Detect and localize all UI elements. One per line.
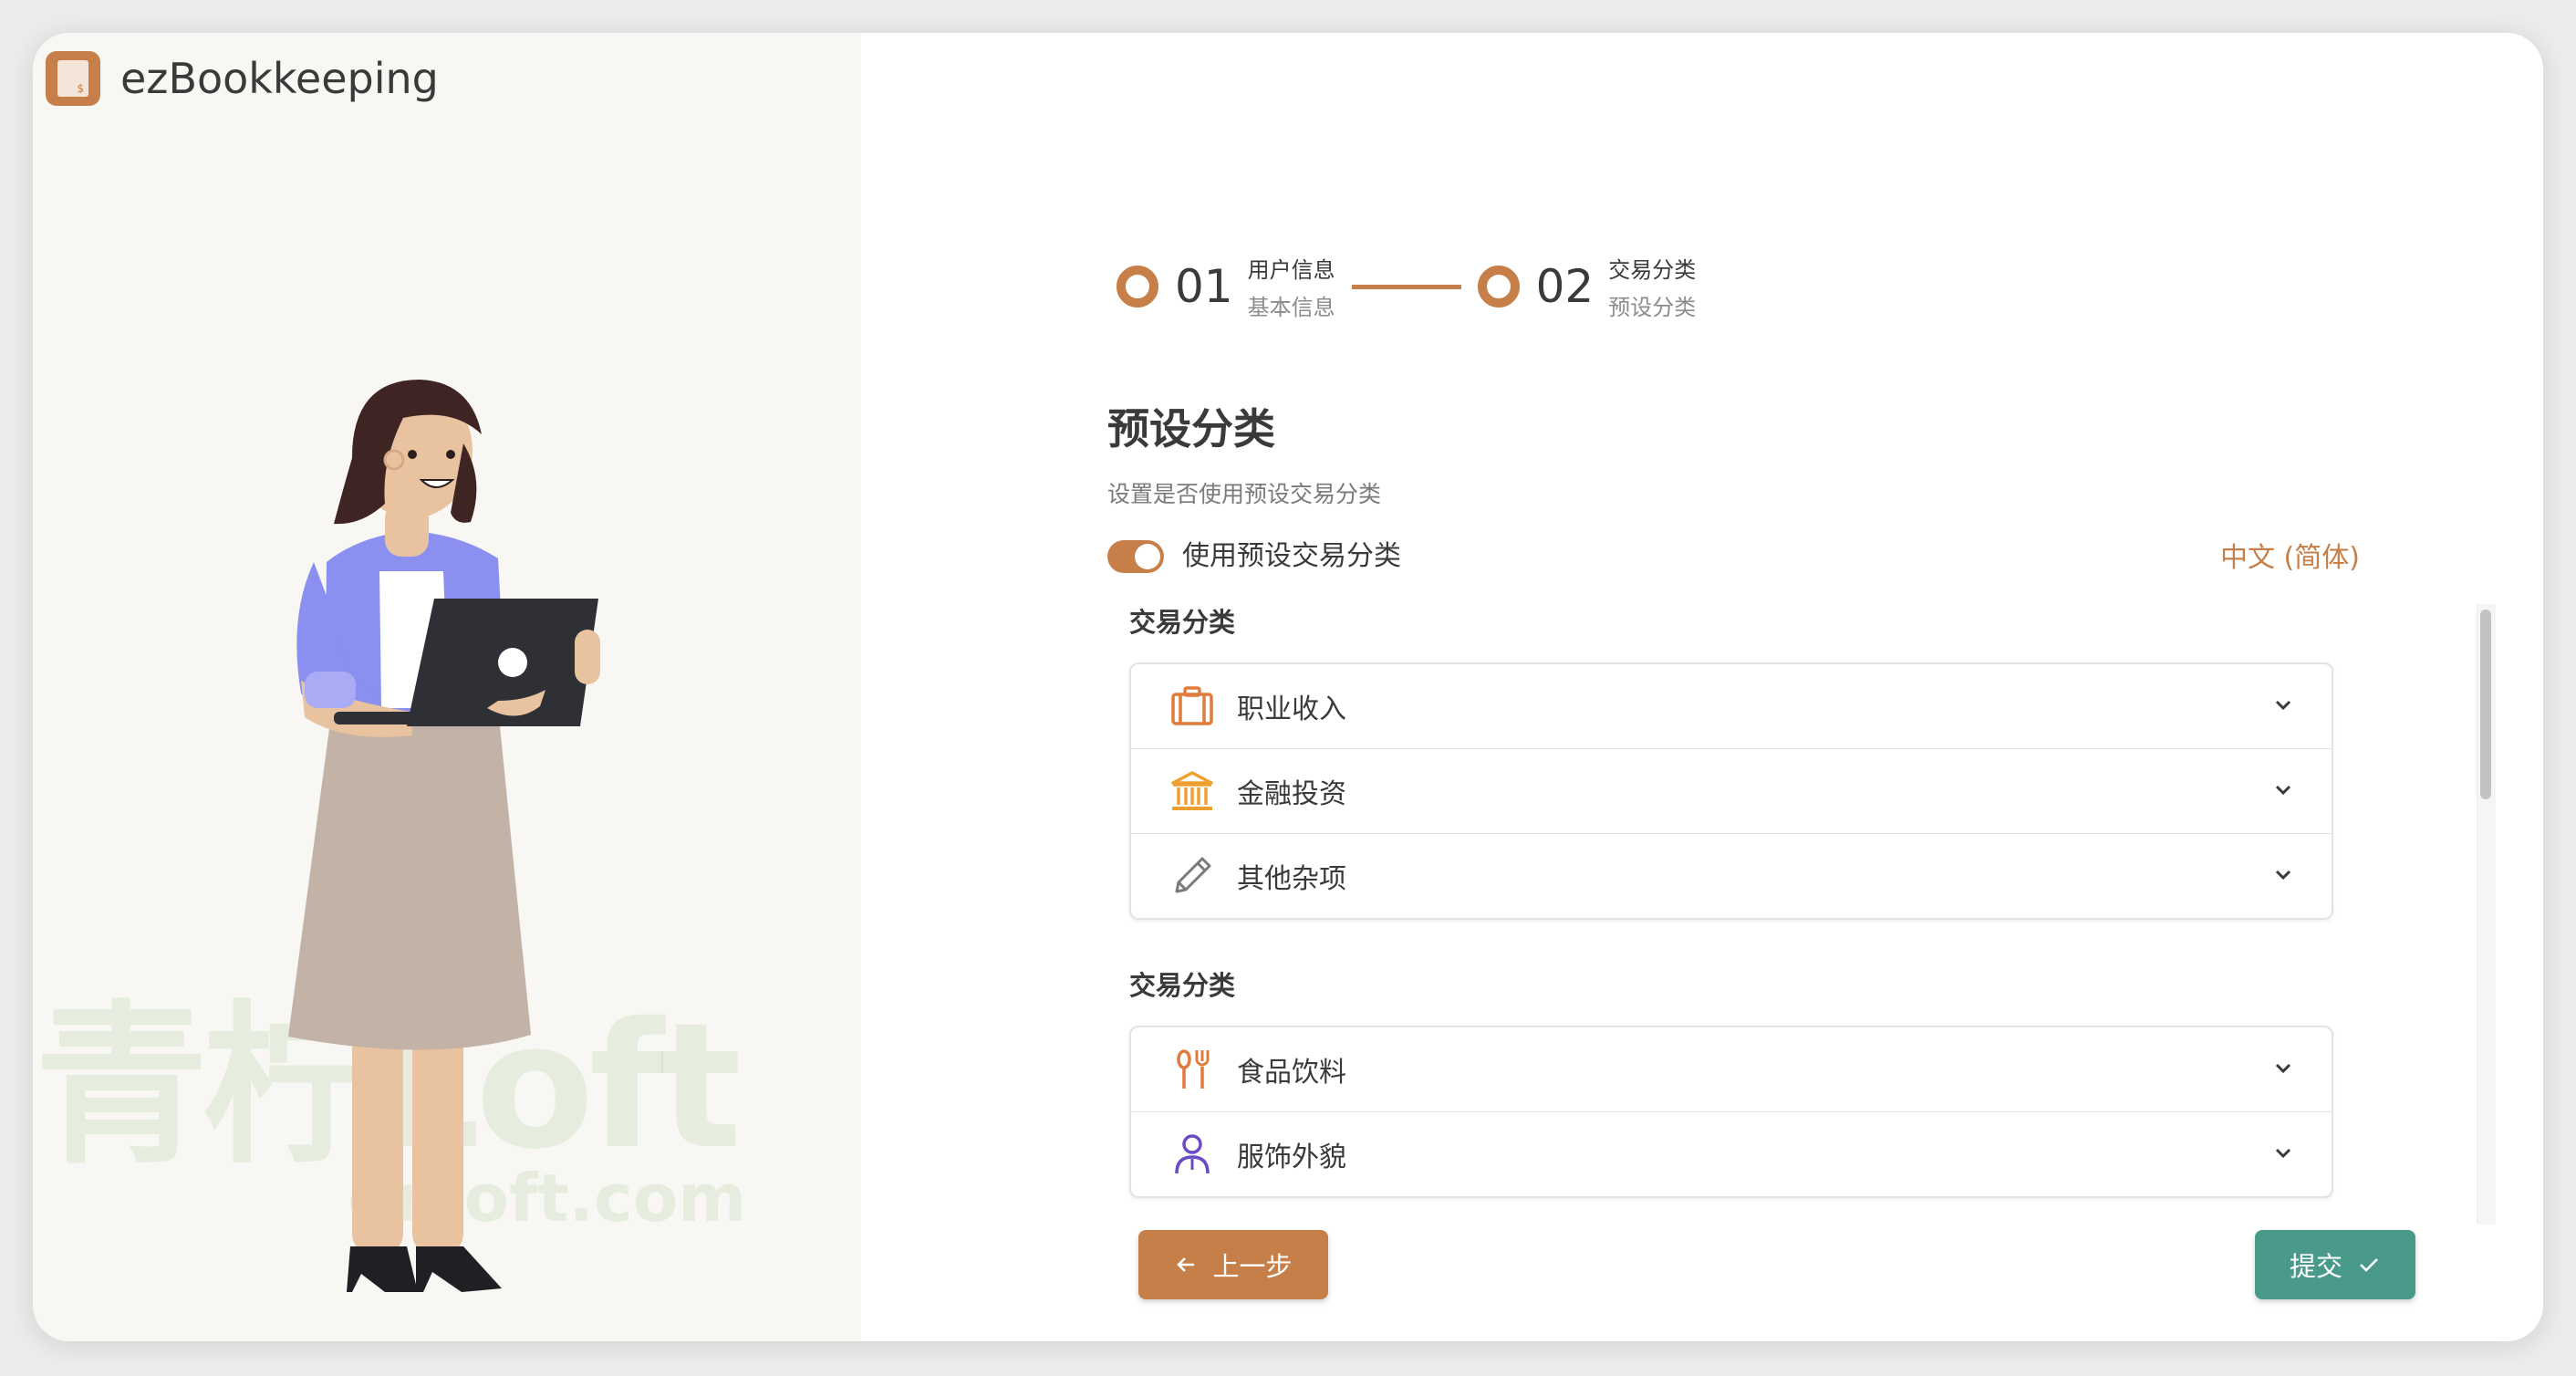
brand: ezBookkeeping	[46, 51, 439, 106]
step-2-title: 交易分类	[1608, 257, 1697, 283]
category-label: 服饰外貌	[1237, 1141, 1346, 1173]
category-row-miscellaneous[interactable]: 其他杂项	[1131, 834, 2332, 918]
person-icon	[1168, 1130, 1217, 1179]
chevron-down-icon[interactable]	[2271, 693, 2295, 717]
group-title: 交易分类	[1129, 607, 1236, 638]
category-list: 交易分类 职业收入 金融投资 其他杂项 交易分类 食品饮料 服饰外貌	[1107, 604, 2496, 1225]
step-1-indicator-icon	[1117, 266, 1158, 308]
step-2-indicator-icon	[1477, 266, 1520, 308]
scrollbar-thumb[interactable]	[2480, 610, 2491, 799]
step-2-number: 02	[1535, 260, 1594, 313]
woman-with-laptop-illustration	[288, 380, 600, 1292]
bank-icon	[1168, 766, 1217, 816]
check-icon	[2357, 1253, 2381, 1277]
step-1-title: 用户信息	[1247, 257, 1335, 283]
chevron-down-icon[interactable]	[2271, 863, 2295, 887]
toggle-label: 使用预设交易分类	[1182, 540, 1401, 572]
stepper: 01 用户信息 基本信息 02 交易分类 预设分类	[1117, 252, 1696, 321]
category-label: 金融投资	[1237, 778, 1346, 810]
chevron-down-icon[interactable]	[2271, 1141, 2295, 1165]
page-subtitle: 设置是否使用预设交易分类	[1107, 481, 1382, 507]
step-connector	[1351, 284, 1461, 289]
app-window: ezBookkeeping 青柠Loft qnloft.com	[33, 33, 2543, 1341]
previous-step-label: 上一步	[1212, 1251, 1293, 1282]
chevron-down-icon[interactable]	[2271, 1057, 2295, 1080]
category-row-financial-investment[interactable]: 金融投资	[1131, 749, 2332, 834]
category-label: 职业收入	[1237, 693, 1346, 725]
app-name: ezBookkeeping	[120, 54, 439, 103]
category-group: 交易分类 职业收入 金融投资 其他杂项	[1129, 604, 2333, 920]
submit-label: 提交	[2289, 1251, 2342, 1282]
submit-button[interactable]: 提交	[2255, 1230, 2415, 1299]
category-card: 食品饮料 服饰外貌	[1129, 1026, 2333, 1198]
page-title: 预设分类	[1107, 404, 1275, 453]
app-logo-icon	[46, 51, 100, 106]
use-preset-categories-toggle[interactable]	[1107, 540, 1164, 573]
group-title: 交易分类	[1129, 970, 1236, 1001]
step-2-subtitle: 预设分类	[1608, 295, 1697, 320]
briefcase-icon	[1168, 682, 1217, 731]
category-row-career-income[interactable]: 职业收入	[1131, 664, 2332, 749]
arrow-left-icon	[1174, 1253, 1198, 1277]
pencil-icon	[1168, 851, 1217, 901]
utensils-icon	[1168, 1045, 1217, 1094]
previous-step-button[interactable]: 上一步	[1138, 1230, 1328, 1299]
left-panel: ezBookkeeping 青柠Loft qnloft.com	[33, 33, 861, 1341]
main-panel: 01 用户信息 基本信息 02 交易分类 预设分类 预设分类 设置是否使用预设交…	[861, 33, 2543, 1341]
chevron-down-icon[interactable]	[2271, 778, 2295, 802]
scrollbar[interactable]	[2477, 604, 2496, 1225]
category-row-clothing-appearance[interactable]: 服饰外貌	[1131, 1112, 2332, 1196]
category-label: 其他杂项	[1237, 863, 1346, 895]
category-row-food-drinks[interactable]: 食品饮料	[1131, 1027, 2332, 1112]
language-selector[interactable]: 中文 (简体)	[2220, 540, 2360, 577]
category-label: 食品饮料	[1237, 1057, 1346, 1089]
category-card: 职业收入 金融投资 其他杂项	[1129, 662, 2333, 920]
step-1-number: 01	[1175, 260, 1233, 313]
category-group: 交易分类 食品饮料 服饰外貌	[1129, 967, 2333, 1198]
step-1-subtitle: 基本信息	[1247, 295, 1335, 320]
